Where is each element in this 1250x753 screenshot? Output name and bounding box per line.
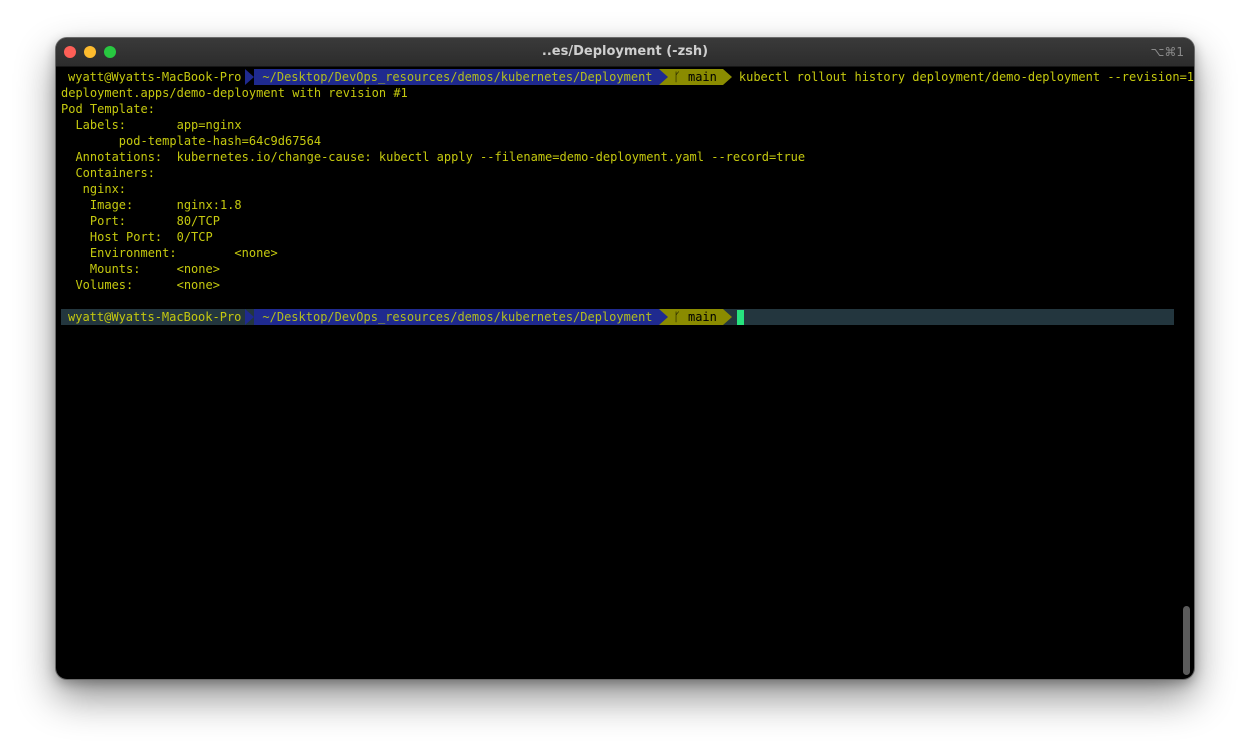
prompt-separator-icon <box>722 69 732 85</box>
prompt-path: ~/Desktop/DevOps_resources/demos/kuberne… <box>254 69 659 85</box>
prompt-separator-icon <box>658 69 668 85</box>
command-text: kubectl rollout history deployment/demo-… <box>738 70 1194 84</box>
git-branch-icon: ᚴ <box>673 310 681 324</box>
tab-shortcut-label: ⌥⌘1 <box>1150 45 1184 59</box>
prompt-line-previous: wyatt@Wyatts-MacBook-Pro ~/Desktop/DevOp… <box>61 69 1194 85</box>
prompt-separator-icon <box>245 69 255 85</box>
prompt-git-segment: ᚴ main <box>667 69 723 85</box>
output-line: Annotations: kubernetes.io/change-cause:… <box>61 150 806 164</box>
output-line: pod-template-hash=64c9d67564 <box>61 134 322 148</box>
prompt-separator-icon <box>658 309 668 325</box>
text-cursor[interactable] <box>736 309 744 325</box>
output-line: nginx: <box>61 182 127 196</box>
git-branch-icon: ᚴ <box>673 70 681 84</box>
vertical-scrollbar[interactable] <box>1183 606 1190 675</box>
output-line: deployment.apps/demo-deployment with rev… <box>61 86 408 100</box>
output-line: Host Port: 0/TCP <box>61 230 213 244</box>
output-line: Mounts: <none> <box>61 262 220 276</box>
prompt-line-current[interactable]: wyatt@Wyatts-MacBook-Pro ~/Desktop/DevOp… <box>61 309 1174 325</box>
output-line: Labels: app=nginx <box>61 118 242 132</box>
prompt-branch: main <box>687 70 717 84</box>
output-line: Containers: <box>61 166 155 180</box>
prompt-user-host: wyatt@Wyatts-MacBook-Pro <box>61 309 246 325</box>
prompt-git-segment: ᚴ main <box>667 309 723 325</box>
title-bar: ..es/Deployment (-zsh) ⌥⌘1 <box>56 38 1194 67</box>
output-line: Port: 80/TCP <box>61 214 220 228</box>
prompt-separator-icon <box>722 309 732 325</box>
terminal-window: ..es/Deployment (-zsh) ⌥⌘1 wyatt@Wyatts-… <box>56 38 1194 679</box>
terminal-content[interactable]: wyatt@Wyatts-MacBook-Pro ~/Desktop/DevOp… <box>61 69 1194 325</box>
output-line: Image: nginx:1.8 <box>61 198 242 212</box>
prompt-branch: main <box>687 310 717 324</box>
output-line: Pod Template: <box>61 102 155 116</box>
output-line: Environment: <none> <box>61 246 278 260</box>
output-line: Volumes: <none> <box>61 278 220 292</box>
prompt-path: ~/Desktop/DevOps_resources/demos/kuberne… <box>254 309 659 325</box>
prompt-separator-icon <box>245 309 255 325</box>
window-title: ..es/Deployment (-zsh) <box>541 44 709 59</box>
prompt-user-host: wyatt@Wyatts-MacBook-Pro <box>61 69 246 85</box>
